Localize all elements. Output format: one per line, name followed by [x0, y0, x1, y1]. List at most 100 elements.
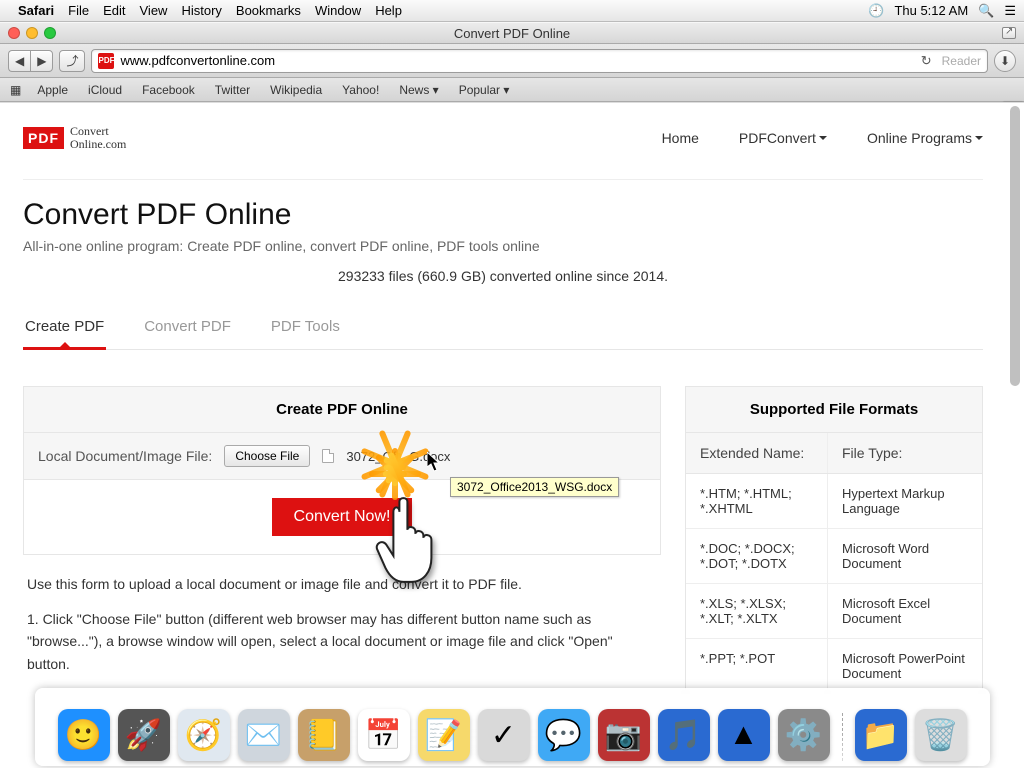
nav-online-programs[interactable]: Online Programs	[867, 130, 983, 146]
supported-formats-card: Supported File Formats Extended Name: Fi…	[685, 386, 983, 690]
address-bar[interactable]: PDF ↻ Reader	[91, 49, 988, 73]
back-button[interactable]: ◀	[8, 50, 30, 72]
clock-icon[interactable]: 🕘	[868, 3, 884, 19]
format-type: Microsoft Excel Document	[828, 584, 982, 638]
browser-window: Convert PDF Online ◀ ▶ ⤴ PDF ↻ Reader ⬇ …	[0, 22, 1024, 102]
downloads-button[interactable]: ⬇	[994, 50, 1016, 72]
dock-messages-icon[interactable]: 💬	[538, 709, 590, 761]
step-2: 2. Click "Convert Now!" button to conver…	[27, 687, 657, 690]
dock-photobooth-icon[interactable]: 📷	[598, 709, 650, 761]
dock-finder-icon[interactable]: 🙂	[58, 709, 110, 761]
dock-launchpad-icon[interactable]: 🚀	[118, 709, 170, 761]
dock-notes-icon[interactable]: 📝	[418, 709, 470, 761]
file-icon	[322, 449, 334, 463]
menu-view[interactable]: View	[140, 3, 168, 18]
window-titlebar: Convert PDF Online	[0, 22, 1024, 44]
window-title: Convert PDF Online	[0, 26, 1024, 41]
mac-menu-bar: Safari File Edit View History Bookmarks …	[0, 0, 1024, 22]
tab-convert-pdf[interactable]: Convert PDF	[142, 310, 233, 349]
nav-home[interactable]: Home	[662, 130, 699, 146]
card-title: Create PDF Online	[24, 387, 660, 433]
format-type: Hypertext Markup Language	[828, 474, 982, 528]
dock-contacts-icon[interactable]: 📒	[298, 709, 350, 761]
bookmark-popular[interactable]: Popular ▾	[451, 81, 518, 99]
browser-toolbar: ◀ ▶ ⤴ PDF ↻ Reader ⬇	[0, 44, 1024, 78]
dock-safari-icon[interactable]: 🧭	[178, 709, 230, 761]
url-input[interactable]	[120, 53, 914, 68]
menu-history[interactable]: History	[181, 3, 221, 18]
dock-appstore-icon[interactable]: ▲	[718, 709, 770, 761]
close-icon[interactable]	[8, 27, 20, 39]
show-bookmarks-icon[interactable]: ▦	[10, 83, 21, 97]
bookmarks-bar: ▦ Apple iCloud Facebook Twitter Wikipedi…	[0, 78, 1024, 102]
app-name[interactable]: Safari	[18, 3, 54, 18]
share-button[interactable]: ⤴	[59, 50, 85, 72]
menu-help[interactable]: Help	[375, 3, 402, 18]
logo-text: ConvertOnline.com	[70, 125, 126, 151]
dock: 🙂🚀🧭✉️📒📅📝✓💬📷🎵▲⚙️ 📁🗑️	[0, 690, 1024, 768]
minimize-icon[interactable]	[26, 27, 38, 39]
format-row: *.DOC; *.DOCX; *.DOT; *.DOTXMicrosoft Wo…	[686, 529, 982, 584]
formats-h-ext: Extended Name:	[686, 433, 828, 473]
upload-row: Local Document/Image File: Choose File 3…	[24, 433, 660, 480]
menu-file[interactable]: File	[68, 3, 89, 18]
reload-icon[interactable]: ↻	[921, 53, 932, 69]
cursor-icon	[427, 452, 441, 477]
vertical-scrollbar[interactable]	[1008, 106, 1022, 682]
menu-window[interactable]: Window	[315, 3, 361, 18]
fullscreen-button[interactable]	[1002, 27, 1016, 39]
tab-create-pdf[interactable]: Create PDF	[23, 310, 106, 349]
clock-time[interactable]: Thu 5:12 AM	[894, 3, 968, 18]
bookmark-twitter[interactable]: Twitter	[207, 81, 258, 99]
dock-mail-icon[interactable]: ✉️	[238, 709, 290, 761]
bookmark-apple[interactable]: Apple	[29, 81, 76, 99]
bookmark-wikipedia[interactable]: Wikipedia	[262, 81, 330, 99]
page-title: Convert PDF Online	[23, 198, 983, 232]
nav-back-forward: ◀ ▶	[8, 50, 53, 72]
menu-edit[interactable]: Edit	[103, 3, 125, 18]
dock-reminders-icon[interactable]: ✓	[478, 709, 530, 761]
favicon-icon: PDF	[98, 53, 114, 69]
format-row: *.PPT; *.POTMicrosoft PowerPoint Documen…	[686, 639, 982, 690]
zoom-icon[interactable]	[44, 27, 56, 39]
menu-status: 🕘 Thu 5:12 AM 🔍 ☰	[858, 3, 1016, 19]
notification-icon[interactable]: ☰	[1004, 3, 1016, 19]
tabs: Create PDF Convert PDF PDF Tools	[23, 310, 983, 350]
bookmark-news[interactable]: News ▾	[391, 81, 446, 99]
tab-pdf-tools[interactable]: PDF Tools	[269, 310, 342, 349]
format-type: Microsoft Word Document	[828, 529, 982, 583]
spotlight-icon[interactable]: 🔍	[978, 3, 994, 19]
formats-header: Extended Name: File Type:	[686, 433, 982, 474]
site-logo[interactable]: PDF ConvertOnline.com	[23, 125, 126, 151]
step-1: 1. Click "Choose File" button (different…	[27, 608, 657, 675]
filename-tooltip: 3072_Office2013_WSG.docx	[450, 477, 619, 497]
forward-button[interactable]: ▶	[30, 50, 53, 72]
convert-now-button[interactable]: Convert Now!	[272, 498, 413, 536]
bookmark-yahoo[interactable]: Yahoo!	[334, 81, 387, 99]
format-ext: *.PPT; *.POT	[686, 639, 828, 690]
nav-pdfconvert[interactable]: PDFConvert	[739, 130, 827, 146]
window-controls	[8, 27, 56, 39]
logo-badge-icon: PDF	[23, 127, 64, 149]
create-pdf-card: Create PDF Online Local Document/Image F…	[23, 386, 661, 555]
dock-downloads-icon[interactable]: 📁	[855, 709, 907, 761]
page-viewport: PDF ConvertOnline.com Home PDFConvert On…	[0, 102, 1024, 690]
dock-trash-icon[interactable]: 🗑️	[915, 709, 967, 761]
stats-text: 293233 files (660.9 GB) converted online…	[23, 268, 983, 284]
menu-bookmarks[interactable]: Bookmarks	[236, 3, 301, 18]
bookmark-facebook[interactable]: Facebook	[134, 81, 203, 99]
dock-settings-icon[interactable]: ⚙️	[778, 709, 830, 761]
instructions: Use this form to upload a local document…	[23, 573, 661, 690]
format-row: *.HTM; *.HTML; *.XHTMLHypertext Markup L…	[686, 474, 982, 529]
formats-title: Supported File Formats	[686, 387, 982, 433]
format-type: Microsoft PowerPoint Document	[828, 639, 982, 690]
formats-h-type: File Type:	[828, 433, 982, 473]
site-nav: Home PDFConvert Online Programs	[662, 130, 983, 146]
choose-file-button[interactable]: Choose File	[224, 445, 310, 467]
bookmark-icloud[interactable]: iCloud	[80, 81, 130, 99]
dock-calendar-icon[interactable]: 📅	[358, 709, 410, 761]
reader-button[interactable]: Reader	[942, 54, 981, 68]
dock-itunes-icon[interactable]: 🎵	[658, 709, 710, 761]
desc-intro: Use this form to upload a local document…	[27, 573, 657, 595]
format-ext: *.HTM; *.HTML; *.XHTML	[686, 474, 828, 528]
